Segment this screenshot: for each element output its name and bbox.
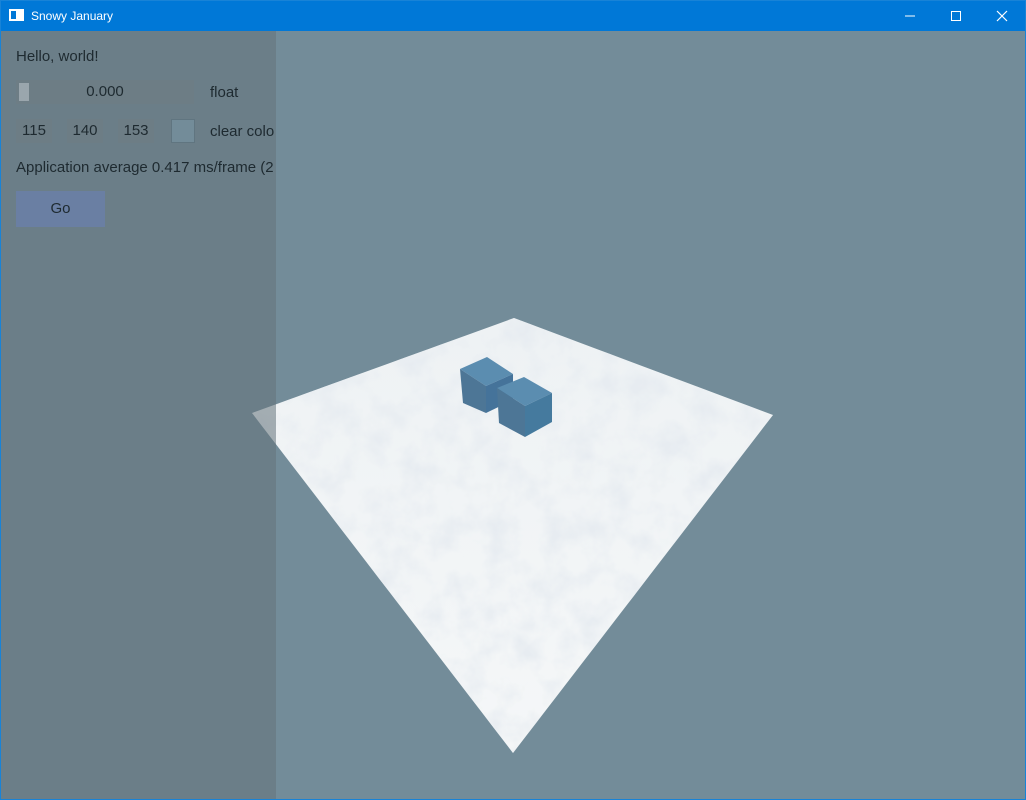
debug-panel: Hello, world! 0.000 float 115 140 153 cl…	[1, 31, 276, 799]
minimize-button[interactable]	[887, 1, 933, 31]
clear-color-b-input[interactable]: 153	[118, 119, 154, 143]
app-window: Snowy January Hello, world! 0.000 float …	[0, 0, 1026, 800]
title-bar[interactable]: Snowy January	[1, 1, 1025, 31]
window-title: Snowy January	[31, 9, 114, 23]
maximize-button[interactable]	[933, 1, 979, 31]
frame-stats-text: Application average 0.417 ms/frame (2	[16, 159, 274, 176]
close-icon	[996, 10, 1008, 22]
go-button[interactable]: Go	[16, 191, 105, 227]
clear-color-label: clear colo	[210, 123, 275, 140]
clear-color-r-input[interactable]: 115	[16, 119, 52, 143]
float-slider[interactable]: 0.000	[16, 80, 194, 104]
minimize-icon	[905, 15, 915, 17]
clear-color-g-input[interactable]: 140	[67, 119, 103, 143]
float-label: float	[210, 84, 239, 101]
render-viewport[interactable]: Hello, world! 0.000 float 115 140 153 cl…	[1, 31, 1025, 799]
close-button[interactable]	[979, 1, 1025, 31]
slider-value: 0.000	[86, 83, 124, 100]
clear-color-swatch[interactable]	[171, 119, 195, 143]
app-window-icon	[9, 9, 24, 21]
greeting-text: Hello, world!	[16, 48, 99, 65]
maximize-icon	[951, 11, 961, 21]
